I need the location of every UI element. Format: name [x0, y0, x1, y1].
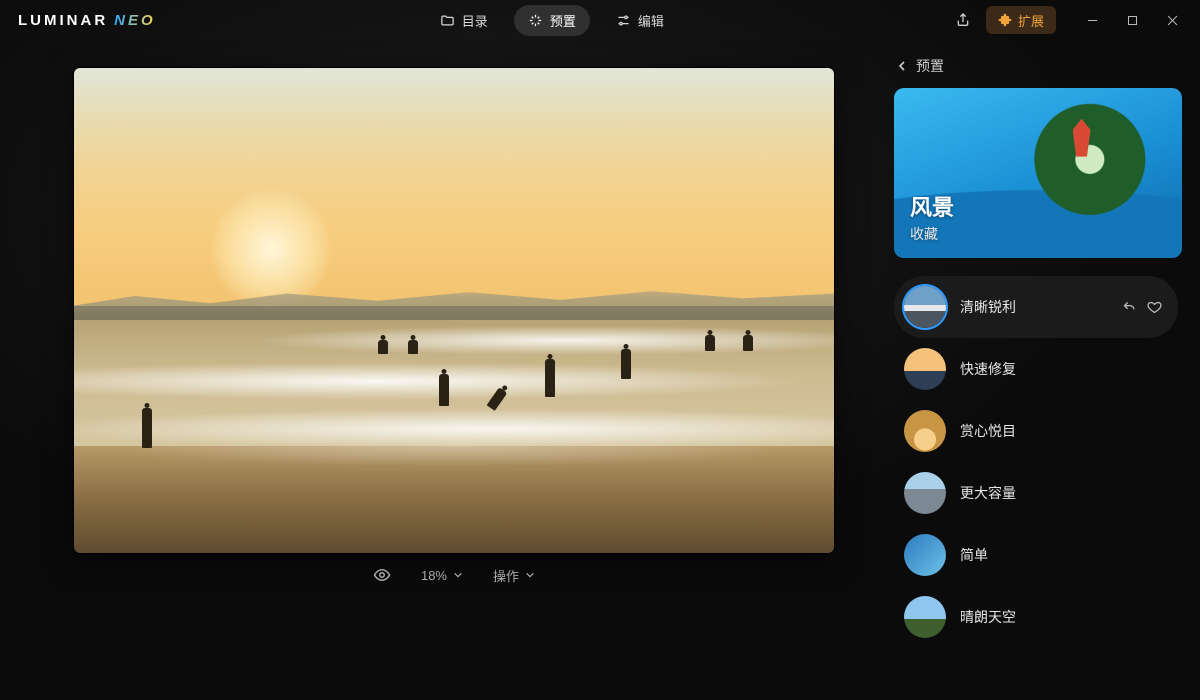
category-subtitle: 收藏	[910, 224, 954, 244]
preset-label: 晴朗天空	[960, 607, 1168, 627]
category-title: 风景	[910, 190, 954, 222]
favorite-button[interactable]	[1147, 300, 1162, 315]
zoom-dropdown[interactable]: 18%	[421, 568, 463, 583]
compare-toggle[interactable]	[373, 566, 391, 584]
nav-catalog[interactable]: 目录	[426, 5, 502, 36]
main-nav: 目录 预置 编辑	[156, 5, 948, 36]
nav-presets-label: 预置	[550, 11, 576, 30]
preset-thumb	[904, 472, 946, 514]
preset-thumb	[904, 596, 946, 638]
preset-list[interactable]: 清晰锐利快速修复赏心悦目更大容量简单晴朗天空	[894, 276, 1182, 700]
preset-thumb	[904, 286, 946, 328]
content-row: 18% 操作 预置 风景 收藏 清晰	[0, 40, 1200, 700]
eye-icon	[373, 566, 391, 584]
heart-icon	[1147, 300, 1162, 315]
puzzle-icon	[998, 13, 1012, 27]
titlebar: LUMINAR NEO 目录 预置 编辑 扩展	[0, 0, 1200, 40]
share-button[interactable]	[948, 6, 978, 34]
viewer-toolbar: 18% 操作	[28, 553, 880, 597]
nav-presets[interactable]: 预置	[514, 5, 590, 36]
preview-image	[74, 68, 834, 553]
logo-text-neo: NEO	[114, 12, 156, 29]
folder-icon	[440, 13, 455, 28]
maximize-icon	[1127, 15, 1138, 26]
chevron-left-icon	[896, 60, 908, 72]
zoom-value: 18%	[421, 568, 447, 583]
sidebar-back-label: 预置	[916, 56, 944, 76]
sliders-icon	[616, 13, 631, 28]
preset-actions	[1122, 300, 1162, 315]
chevron-down-icon	[525, 570, 535, 580]
extensions-button[interactable]: 扩展	[986, 6, 1056, 34]
extensions-label: 扩展	[1018, 11, 1044, 30]
actions-dropdown[interactable]: 操作	[493, 566, 535, 585]
window-maximize[interactable]	[1112, 6, 1152, 34]
preset-thumb	[904, 534, 946, 576]
preset-item-pleasant[interactable]: 赏心悦目	[894, 400, 1178, 462]
actions-label: 操作	[493, 566, 519, 585]
window-close[interactable]	[1152, 6, 1192, 34]
nav-edit[interactable]: 编辑	[602, 5, 678, 36]
preset-item-bigger[interactable]: 更大容量	[894, 462, 1178, 524]
preset-label: 赏心悦目	[960, 421, 1168, 441]
preset-category-card[interactable]: 风景 收藏	[894, 88, 1182, 258]
preset-item-clearsky[interactable]: 晴朗天空	[894, 586, 1178, 648]
window-controls	[1072, 6, 1192, 34]
preset-item-quick[interactable]: 快速修复	[894, 338, 1178, 400]
close-icon	[1167, 15, 1178, 26]
preset-thumb	[904, 410, 946, 452]
image-canvas[interactable]	[74, 68, 834, 553]
preset-item-simple[interactable]: 简单	[894, 524, 1178, 586]
preset-label: 更大容量	[960, 483, 1168, 503]
viewer: 18% 操作	[0, 40, 880, 700]
category-label: 风景 收藏	[910, 190, 954, 244]
sidebar-back[interactable]: 预置	[894, 54, 1182, 88]
preset-label: 清晰锐利	[960, 297, 1108, 317]
preset-label: 快速修复	[960, 359, 1168, 379]
nav-edit-label: 编辑	[638, 11, 664, 30]
minimize-icon	[1087, 15, 1098, 26]
sparkle-icon	[528, 13, 543, 28]
app-window: LUMINAR NEO 目录 预置 编辑 扩展	[0, 0, 1200, 700]
chevron-down-icon	[453, 570, 463, 580]
logo-text-main: LUMINAR	[18, 12, 108, 29]
undo-icon	[1122, 300, 1137, 315]
preset-item-crisp[interactable]: 清晰锐利	[894, 276, 1178, 338]
titlebar-right: 扩展	[948, 6, 1192, 34]
undo-button[interactable]	[1122, 300, 1137, 315]
app-logo: LUMINAR NEO	[18, 12, 156, 29]
preset-thumb	[904, 348, 946, 390]
nav-catalog-label: 目录	[462, 11, 488, 30]
preset-label: 简单	[960, 545, 1168, 565]
share-icon	[955, 12, 971, 28]
window-minimize[interactable]	[1072, 6, 1112, 34]
presets-sidebar: 预置 风景 收藏 清晰锐利快速修复赏心悦目更大容量简单晴朗天空	[880, 40, 1200, 700]
